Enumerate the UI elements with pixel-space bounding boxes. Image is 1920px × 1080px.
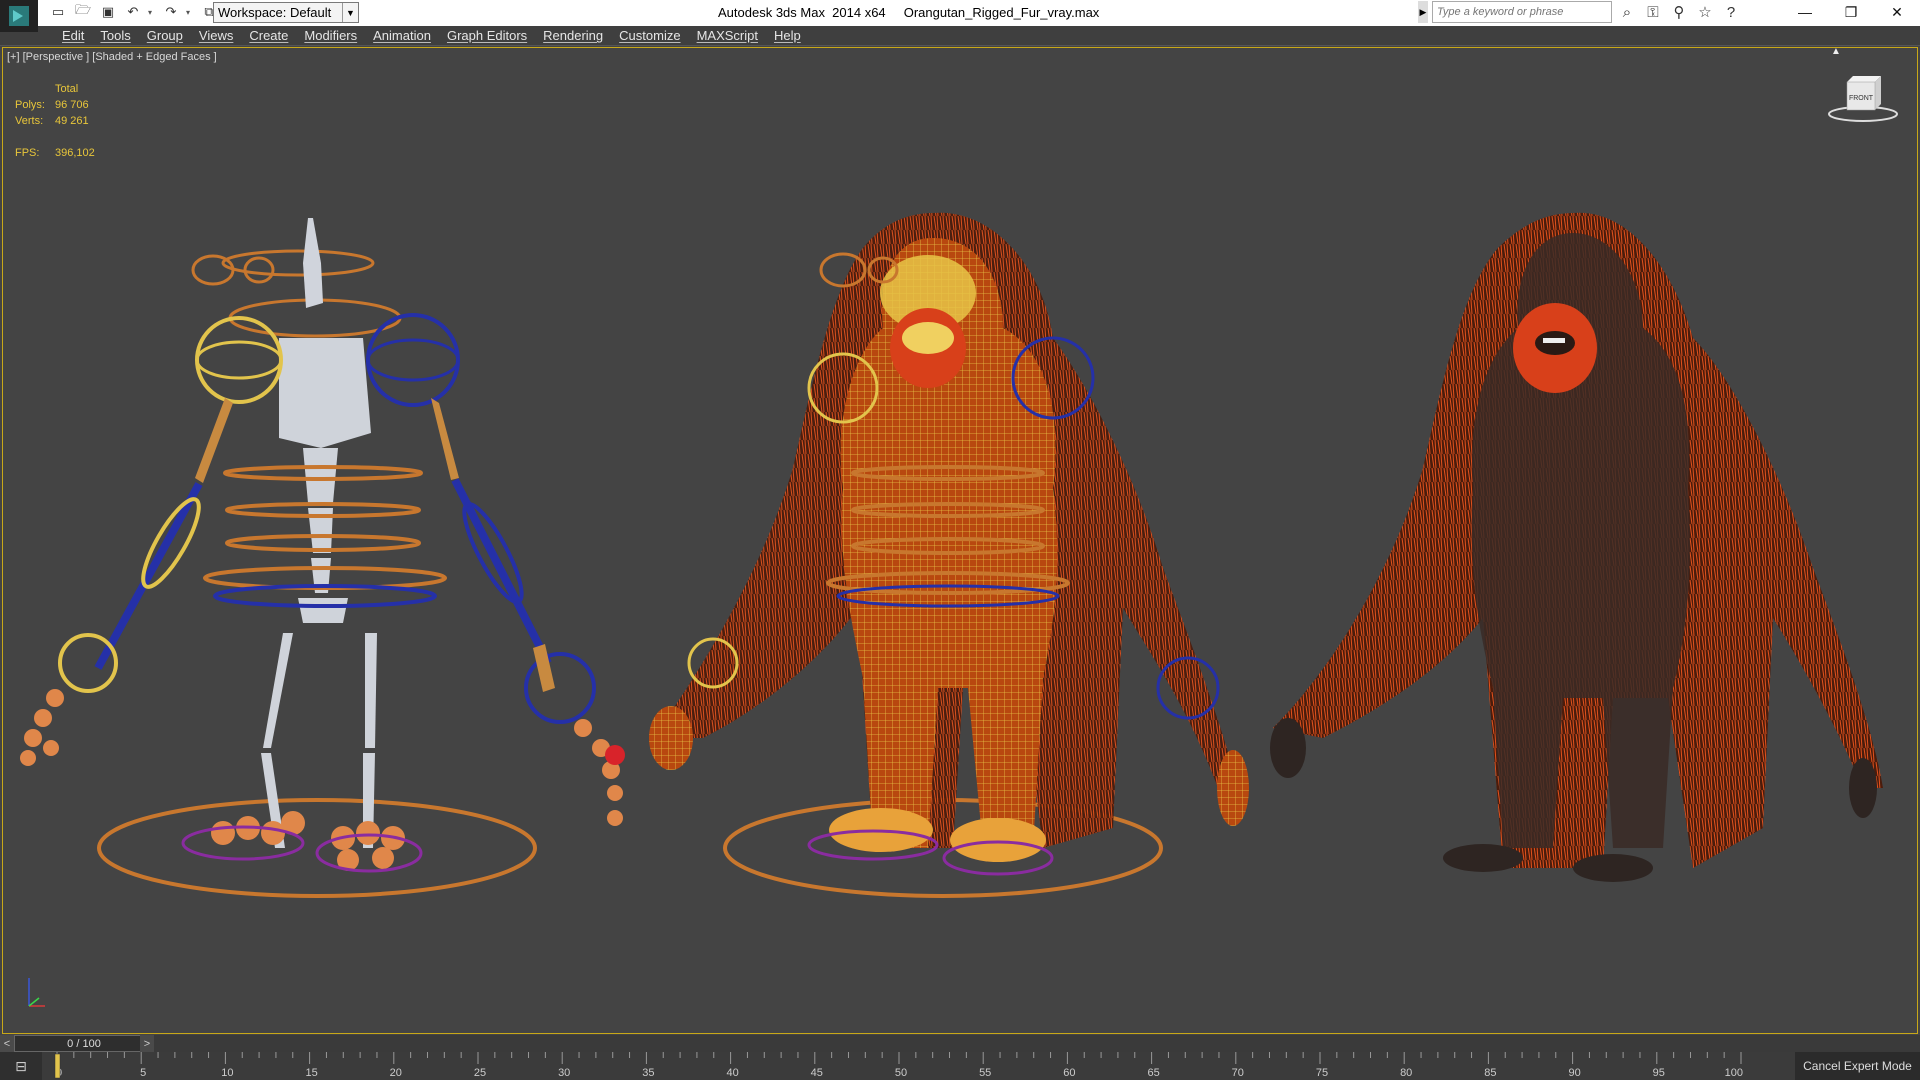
viewport-lock-icon[interactable]: ▲ [1831, 48, 1841, 57]
window-controls: — ❐ ✕ [1782, 0, 1920, 24]
frame-tick-label: 25 [474, 1067, 486, 1079]
track-bar[interactable]: ⊟ 05101520253035404550556065707580859095… [0, 1052, 1920, 1080]
menu-animation[interactable]: Animation [365, 27, 439, 43]
polys-value: 96 706 [55, 99, 89, 111]
frame-tick-label: 20 [390, 1067, 402, 1079]
axis-tripod-icon [28, 978, 45, 1007]
frame-tick-label: 15 [305, 1067, 317, 1079]
menu-customize[interactable]: Customize [611, 27, 688, 43]
redo-icon[interactable]: ↷ [161, 2, 181, 22]
frame-tick-label: 90 [1568, 1067, 1580, 1079]
favorites-star-icon[interactable]: ☆ [1694, 1, 1716, 23]
menu-graph-editors[interactable]: Graph Editors [439, 27, 535, 43]
shaded-orangutan[interactable] [1270, 212, 1883, 882]
frame-tick-label: 45 [811, 1067, 823, 1079]
open-file-icon[interactable]: 🗁 [73, 2, 93, 22]
binoculars-icon[interactable]: ⌕ [1616, 1, 1638, 23]
frame-tick-label: 10 [221, 1067, 233, 1079]
infocenter: ▶ ⌕ ⚿ ⚲ ☆ ? [1418, 1, 1742, 23]
redo-dropdown-icon[interactable]: ▾ [186, 8, 194, 17]
viewcube-front-label: FRONT [1849, 95, 1874, 102]
undo-icon[interactable]: ↶ [123, 2, 143, 22]
title-bar: ▭ 🗁 ▣ ↶ ▾ ↷ ▾ ⧉ Workspace: Default ▼ Aut… [0, 0, 1920, 32]
menu-modifiers[interactable]: Modifiers [296, 27, 365, 43]
verts-value: 49 261 [55, 115, 89, 127]
current-frame-marker[interactable] [54, 1053, 61, 1079]
viewport-label-menu[interactable]: [+] [Perspective ] [Shaded + Edged Faces… [7, 51, 217, 63]
frame-tick-label: 65 [1147, 1067, 1159, 1079]
fps-label: FPS: [15, 147, 40, 159]
previous-frame-icon[interactable]: < [0, 1035, 14, 1052]
frame-tick-label: 80 [1400, 1067, 1412, 1079]
communication-center-icon[interactable]: ⚲ [1668, 1, 1690, 23]
trackbar-ruler: 0510152025303540455055606570758085909510… [54, 1052, 1743, 1079]
menu-maxscript[interactable]: MAXScript [689, 27, 766, 43]
frame-tick-label: 60 [1063, 1067, 1075, 1079]
workspace-dropdown[interactable]: Workspace: Default ▼ [213, 2, 359, 23]
quick-access-toolbar: ▭ 🗁 ▣ ↶ ▾ ↷ ▾ ⧉ [48, 2, 219, 22]
restore-icon[interactable]: ❐ [1828, 0, 1874, 24]
stats-header: Total [55, 83, 79, 95]
next-frame-icon[interactable]: > [140, 1035, 154, 1052]
skeleton-rig[interactable] [20, 218, 625, 898]
fps-value: 396,102 [55, 147, 95, 159]
frame-tick-label: 55 [979, 1067, 991, 1079]
menu-views[interactable]: Views [191, 27, 241, 43]
chevron-down-icon: ▼ [342, 3, 358, 22]
time-slider-thumb[interactable]: 0 / 100 [14, 1035, 154, 1052]
frame-tick-label: 70 [1232, 1067, 1244, 1079]
workspace-label: Workspace: Default [218, 5, 332, 20]
expand-search-icon[interactable]: ▶ [1418, 1, 1428, 23]
frame-tick-label: 85 [1484, 1067, 1496, 1079]
search-input[interactable] [1432, 1, 1612, 23]
undo-dropdown-icon[interactable]: ▾ [148, 8, 156, 17]
help-icon[interactable]: ? [1720, 1, 1742, 23]
menu-help[interactable]: Help [766, 27, 809, 43]
window-title: Autodesk 3ds Max 2014 x64 Orangutan_Rigg… [718, 5, 1100, 20]
frame-tick-label: 40 [726, 1067, 738, 1079]
menu-create[interactable]: Create [241, 27, 296, 43]
menu-edit[interactable]: Edit [54, 27, 92, 43]
frame-tick-label: 35 [642, 1067, 654, 1079]
frame-tick-label: 30 [558, 1067, 570, 1079]
wireframe-orangutan[interactable] [649, 212, 1249, 898]
frame-tick-label: 5 [140, 1067, 146, 1079]
viewcube-icon[interactable]: FRONT [1825, 70, 1905, 130]
statistics-overlay: Total Polys: 96 706 Verts: 49 261 FPS: 396,… [15, 81, 95, 161]
cancel-expert-mode-button[interactable]: Cancel Expert Mode [1795, 1052, 1920, 1080]
app-menu-button[interactable] [0, 0, 38, 32]
time-slider[interactable]: < 0 / 100 > [0, 1035, 1920, 1052]
verts-label: Verts: [15, 115, 44, 127]
save-file-icon[interactable]: ▣ [98, 2, 118, 22]
perspective-viewport[interactable]: [+] [Perspective ] [Shaded + Edged Faces… [2, 47, 1918, 1034]
menu-rendering[interactable]: Rendering [535, 27, 611, 43]
menu-tools[interactable]: Tools [92, 27, 138, 43]
menu-group[interactable]: Group [139, 27, 191, 43]
frame-tick-label: 50 [895, 1067, 907, 1079]
frame-tick-label: 75 [1316, 1067, 1328, 1079]
new-file-icon[interactable]: ▭ [48, 2, 68, 22]
menu-bar: Edit Tools Group Views Create Modifiers … [0, 26, 1920, 46]
frame-tick-label: 100 [1725, 1067, 1743, 1079]
3dsmax-logo-icon [9, 6, 29, 26]
viewport-scene[interactable] [3, 48, 1918, 1034]
minimize-icon[interactable]: — [1782, 0, 1828, 24]
polys-label: Polys: [15, 99, 45, 111]
frame-tick-label: 95 [1653, 1067, 1665, 1079]
close-icon[interactable]: ✕ [1874, 0, 1920, 24]
subscription-key-icon[interactable]: ⚿ [1642, 1, 1664, 23]
